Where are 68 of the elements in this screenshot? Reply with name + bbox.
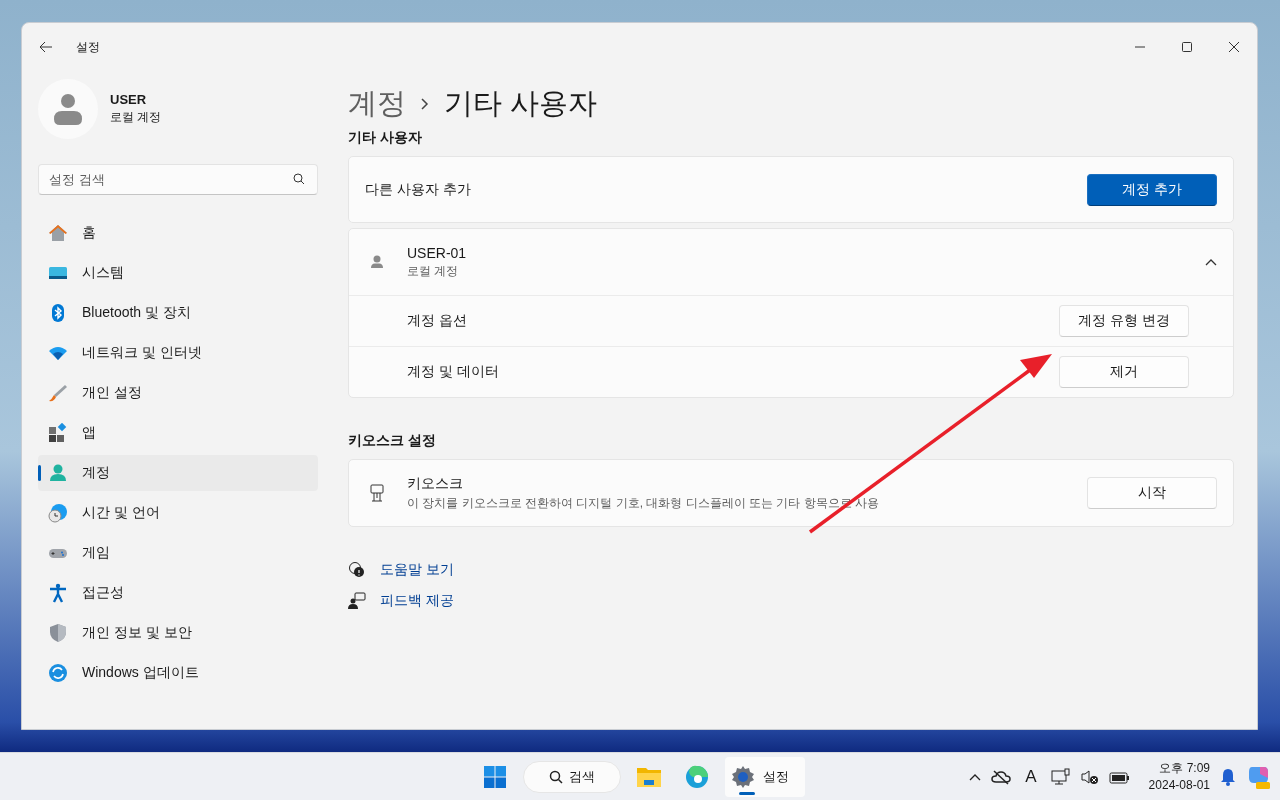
nav-item[interactable]: Windows 업데이트: [38, 655, 318, 691]
cloud-off-icon: [991, 768, 1012, 785]
nav-item[interactable]: 앱: [38, 415, 318, 451]
add-user-label: 다른 사용자 추가: [365, 180, 471, 199]
kiosk-icon: [369, 484, 385, 502]
clock-date[interactable]: 2024-08-01: [1148, 776, 1210, 794]
person-icon: [54, 93, 82, 125]
option-button[interactable]: 제거: [1059, 356, 1189, 388]
taskbar-search[interactable]: 검색: [523, 760, 621, 793]
help-link[interactable]: 도움말 보기: [380, 561, 454, 579]
nav-item[interactable]: 게임: [38, 535, 318, 571]
globe-clock-icon: [48, 503, 68, 523]
window-title: 설정: [76, 38, 100, 56]
start-button[interactable]: 시작: [1087, 477, 1217, 509]
option-label: 계정 및 데이터: [407, 363, 499, 381]
breadcrumb-item[interactable]: 계정: [348, 84, 406, 124]
speaker-muted-icon: [1080, 768, 1099, 785]
option-label: 계정 옵션: [407, 312, 467, 330]
search-icon: [549, 769, 563, 784]
user-header[interactable]: USER-01 로컬 계정: [349, 229, 1233, 295]
kiosk-title: 키오스크: [407, 474, 464, 493]
update-icon: [48, 663, 68, 683]
chevron-right-icon: [420, 97, 430, 111]
feedback-icon: [348, 592, 366, 610]
home-icon: [48, 223, 68, 243]
windows-logo: [483, 764, 507, 789]
user-name: USER: [110, 92, 148, 107]
nav-item[interactable]: Bluetooth 및 장치: [38, 295, 318, 331]
nav-item[interactable]: 접근성: [38, 575, 318, 611]
help-link[interactable]: 피드백 제공: [380, 592, 454, 610]
section-heading: 기타 사용자: [348, 129, 423, 147]
chevron-up-icon: [1205, 258, 1217, 266]
section-heading: 키오스크 설정: [348, 432, 437, 450]
person-icon: [369, 254, 385, 270]
option-button[interactable]: 계정 유형 변경: [1059, 305, 1189, 337]
shield-icon: [48, 623, 68, 643]
folder-icon: [636, 765, 662, 788]
gear-icon: [731, 764, 755, 789]
nav-item[interactable]: 시스템: [38, 255, 318, 291]
nav-item[interactable]: 개인 정보 및 보안: [38, 615, 318, 651]
taskbar-app[interactable]: 설정: [725, 756, 805, 797]
nav-item[interactable]: 계정: [38, 455, 318, 491]
nav-item[interactable]: 홈: [38, 215, 318, 251]
back-arrow-icon: [39, 41, 53, 53]
browser-logo: [685, 764, 709, 789]
help-icon: [348, 561, 366, 579]
breadcrumb-item: 기타 사용자: [444, 86, 598, 121]
nav-item[interactable]: 시간 및 언어: [38, 495, 318, 531]
nav-item[interactable]: 네트워크 및 인터넷: [38, 335, 318, 371]
accessibility-icon: [48, 583, 68, 603]
chevron-up-icon: [969, 772, 982, 781]
person-icon: [48, 463, 68, 483]
bell-icon: [1220, 767, 1236, 786]
close-icon: [1228, 42, 1239, 52]
account-type: 로컬 계정: [407, 262, 460, 280]
nav-item[interactable]: 개인 설정: [38, 375, 318, 411]
maximize-icon: [1181, 42, 1192, 52]
clock-time[interactable]: 오후 7:09: [1159, 759, 1210, 777]
apps-icon: [48, 423, 68, 443]
paintbrush-icon: [48, 383, 68, 403]
user-name: USER-01: [407, 244, 467, 261]
account-type: 로컬 계정: [110, 109, 162, 126]
search-field[interactable]: 설정 검색: [38, 164, 318, 195]
battery-icon: [1108, 769, 1131, 784]
monitor-icon: [1050, 767, 1071, 786]
add-account-button[interactable]: 계정 추가: [1087, 173, 1217, 206]
search-icon: [293, 173, 305, 185]
input-indicator[interactable]: A: [1021, 766, 1041, 787]
